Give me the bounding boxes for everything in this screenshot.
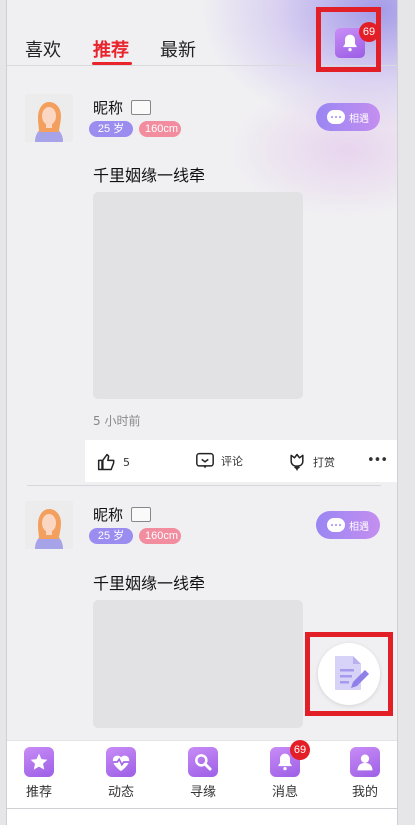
nav-item-messages[interactable]: 69 消息 <box>255 740 315 800</box>
bottom-nav: 推荐 动态 寻缘 69 消息 我的 <box>7 740 397 808</box>
app-screen: 喜欢 推荐 最新 69 昵称 25 岁 160cm 相遇 千里姻缘一线牵 5 小… <box>7 0 397 808</box>
avatar[interactable] <box>25 94 73 142</box>
age-tag: 25 岁 <box>89 121 133 137</box>
notification-badge: 69 <box>359 22 379 42</box>
chat-bubble-icon <box>327 518 345 532</box>
left-frame <box>0 0 7 825</box>
tab-latest[interactable]: 最新 <box>160 36 196 62</box>
chat-bubble-icon <box>327 110 345 124</box>
bell-icon: 69 <box>270 740 310 777</box>
thumbs-up-icon <box>97 453 115 471</box>
height-tag: 160cm <box>139 121 181 137</box>
id-card-icon <box>131 100 151 115</box>
tab-like[interactable]: 喜欢 <box>25 36 61 62</box>
post-actions: 5 评论 打赏 ••• <box>85 440 397 482</box>
nav-item-seek[interactable]: 寻缘 <box>173 747 233 800</box>
bottom-strip <box>7 808 397 825</box>
nickname[interactable]: 昵称 <box>93 504 123 525</box>
post-caption: 千里姻缘一线牵 <box>93 574 206 593</box>
avatar[interactable] <box>25 501 73 549</box>
tab-recommend[interactable]: 推荐 <box>93 36 129 62</box>
like-button[interactable]: 5 <box>97 452 130 472</box>
nav-item-profile[interactable]: 我的 <box>335 747 395 800</box>
comment-label: 评论 <box>221 455 243 468</box>
compose-highlight <box>305 632 393 716</box>
reward-label: 打赏 <box>313 456 335 469</box>
meet-button[interactable]: 相遇 <box>316 103 380 131</box>
flower-icon <box>290 453 304 471</box>
nav-label: 消息 <box>271 785 298 800</box>
comment-button[interactable]: 评论 <box>195 452 243 470</box>
age-tag: 25 岁 <box>89 528 133 544</box>
more-button[interactable]: ••• <box>367 453 388 468</box>
nickname[interactable]: 昵称 <box>93 97 123 118</box>
compose-button[interactable] <box>318 643 380 705</box>
more-icon: ••• <box>367 453 388 468</box>
edit-note-icon <box>335 656 369 690</box>
avatar-image <box>25 501 73 549</box>
meet-label: 相遇 <box>349 113 369 125</box>
nav-item-moments[interactable]: 动态 <box>91 747 151 800</box>
height-tag: 160cm <box>139 528 181 544</box>
post-divider <box>27 485 381 486</box>
heartbeat-icon <box>106 747 136 777</box>
like-count: 5 <box>123 455 130 469</box>
nav-label: 动态 <box>107 785 134 800</box>
post-image[interactable] <box>93 600 303 728</box>
nav-label: 我的 <box>351 785 378 800</box>
reward-button[interactable]: 打赏 <box>287 452 335 472</box>
post-time: 5 小时前 <box>93 414 141 428</box>
search-icon <box>188 747 218 777</box>
notification-highlight: 69 <box>316 7 381 72</box>
comment-icon <box>196 452 214 469</box>
post-caption: 千里姻缘一线牵 <box>93 166 206 185</box>
avatar-image <box>25 94 73 142</box>
star-icon <box>24 747 54 777</box>
right-frame <box>397 0 415 825</box>
meet-label: 相遇 <box>349 521 369 533</box>
nav-item-recommend[interactable]: 推荐 <box>9 747 69 800</box>
bell-icon <box>343 34 357 52</box>
id-card-icon <box>131 507 151 522</box>
nav-label: 寻缘 <box>189 785 216 800</box>
user-icon <box>350 747 380 777</box>
nav-label: 推荐 <box>25 785 52 800</box>
meet-button[interactable]: 相遇 <box>316 511 380 539</box>
post-image[interactable] <box>93 192 303 399</box>
messages-badge: 69 <box>290 740 310 760</box>
